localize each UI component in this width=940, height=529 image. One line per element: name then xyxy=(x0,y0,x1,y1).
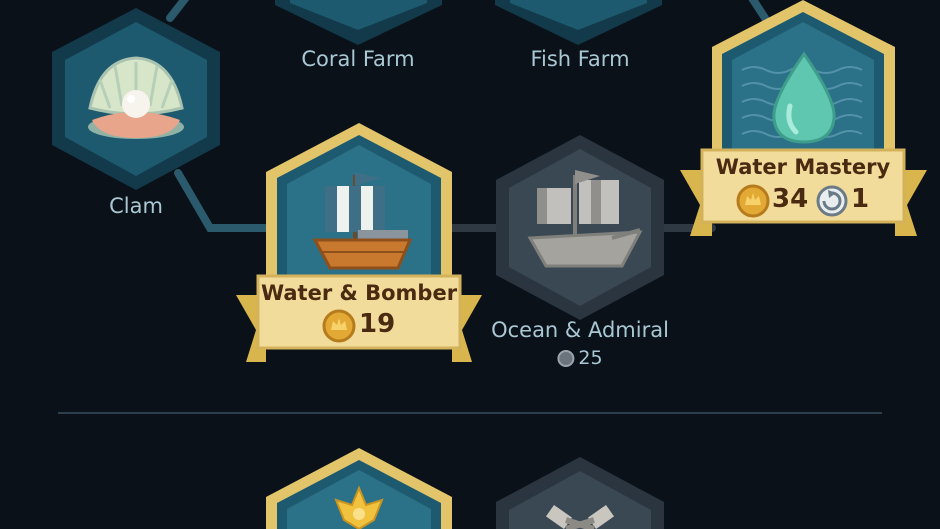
tech-next-right[interactable] xyxy=(496,457,664,529)
tech-label-fish-farm: Fish Farm xyxy=(530,47,630,71)
tech-label-ocean-admiral: Ocean & Admiral xyxy=(491,318,669,342)
tech-tree-canvas xyxy=(52,0,927,529)
water-bomber-coin-cost: 19 xyxy=(359,309,396,339)
water-mastery-turns: 1 xyxy=(851,184,870,214)
tech-label-clam: Clam xyxy=(109,194,163,218)
coin-icon-dim xyxy=(557,349,575,367)
coin-icon xyxy=(322,309,356,343)
tech-coral-farm[interactable] xyxy=(275,0,442,45)
tech-tree: Coral Farm Fish Farm Clam Water Mastery … xyxy=(0,0,940,529)
tech-ocean-admiral[interactable] xyxy=(496,135,664,320)
tech-connectors xyxy=(166,0,769,232)
tech-next-left[interactable] xyxy=(266,448,452,529)
tech-fish-farm[interactable] xyxy=(495,0,662,45)
turn-timer-icon xyxy=(816,185,848,217)
coin-icon xyxy=(736,184,770,218)
tier-divider xyxy=(58,412,882,414)
tech-label-coral-farm: Coral Farm xyxy=(301,47,415,71)
ocean-admiral-cost: 25 xyxy=(557,347,603,369)
tech-clam[interactable] xyxy=(52,8,220,190)
water-mastery-coin-cost: 34 xyxy=(772,184,809,214)
tech-label-water-mastery: Water Mastery xyxy=(715,155,891,179)
ocean-admiral-coin-cost: 25 xyxy=(578,347,603,369)
tech-label-water-bomber: Water & Bomber xyxy=(260,281,458,305)
